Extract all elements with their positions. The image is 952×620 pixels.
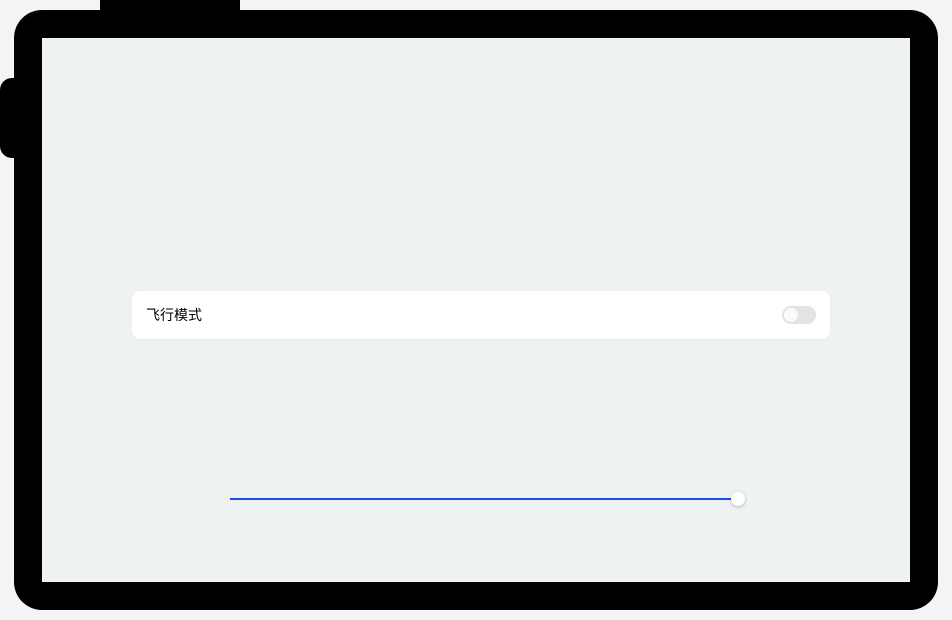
airplane-mode-row[interactable]: 飞行模式 <box>132 291 830 339</box>
airplane-mode-toggle[interactable] <box>782 306 816 324</box>
device-frame: 飞行模式 <box>14 10 938 610</box>
slider[interactable] <box>230 492 738 506</box>
slider-thumb[interactable] <box>731 492 745 506</box>
airplane-mode-label: 飞行模式 <box>146 305 202 325</box>
screen: 飞行模式 <box>42 38 910 582</box>
toggle-knob <box>784 308 798 322</box>
slider-track <box>230 498 738 500</box>
